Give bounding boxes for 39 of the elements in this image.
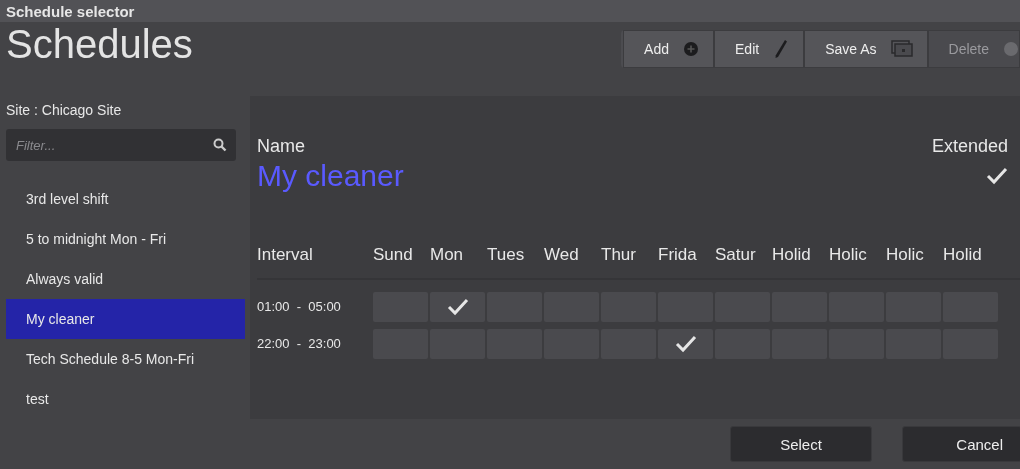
schedule-list-item[interactable]: test [6, 379, 245, 419]
column-header: Holic [829, 245, 868, 265]
site-label: Site : Chicago Site [5, 101, 123, 119]
checkmark-icon [446, 297, 469, 316]
pencil-icon [773, 39, 790, 59]
column-header: Satur [715, 245, 757, 265]
column-header: Wed [544, 245, 580, 265]
plus-circle-icon [683, 41, 700, 57]
name-label: Name [257, 136, 306, 157]
schedule-list-item[interactable]: Always valid [6, 259, 245, 299]
schedule-list-item[interactable]: 3rd level shift [6, 179, 245, 219]
column-header: Thur [601, 245, 637, 265]
column-header: Sund [373, 245, 414, 265]
schedule-list-item[interactable]: Tech Schedule 8-5 Mon-Fri [6, 339, 245, 379]
page-heading: Schedules [5, 22, 193, 66]
interval-cell-text: 22:00 - 23:00 [257, 336, 342, 351]
column-header: Frida [658, 245, 698, 265]
column-header: Interval [257, 245, 314, 265]
column-header: Tues [487, 245, 526, 265]
schedule-name: My cleaner [257, 159, 404, 193]
schedule-list-item[interactable]: My cleaner [6, 299, 245, 339]
delete-circle-icon [1003, 41, 1019, 57]
window-icon [890, 40, 913, 58]
column-header: Mon [430, 245, 465, 265]
add-button[interactable]: Add [623, 30, 715, 68]
search-icon [213, 138, 227, 152]
extended-label: Extended [931, 136, 1008, 157]
edit-button[interactable]: Edit [714, 30, 805, 68]
select-button[interactable]: Select [730, 426, 872, 462]
column-header: Holic [886, 245, 925, 265]
checkmark-icon [674, 334, 697, 353]
schedule-list-item[interactable]: 5 to midnight Mon - Fri [6, 219, 245, 259]
cancel-button[interactable]: Cancel [902, 426, 1020, 462]
saveas-button[interactable]: Save As [804, 30, 928, 68]
window-title: Schedule selector [6, 2, 135, 20]
column-header: Holid [943, 245, 983, 265]
column-header: Holid [772, 245, 812, 265]
interval-cell-text: 01:00 - 05:00 [257, 299, 342, 314]
filter-field[interactable]: Filter... [6, 129, 236, 161]
